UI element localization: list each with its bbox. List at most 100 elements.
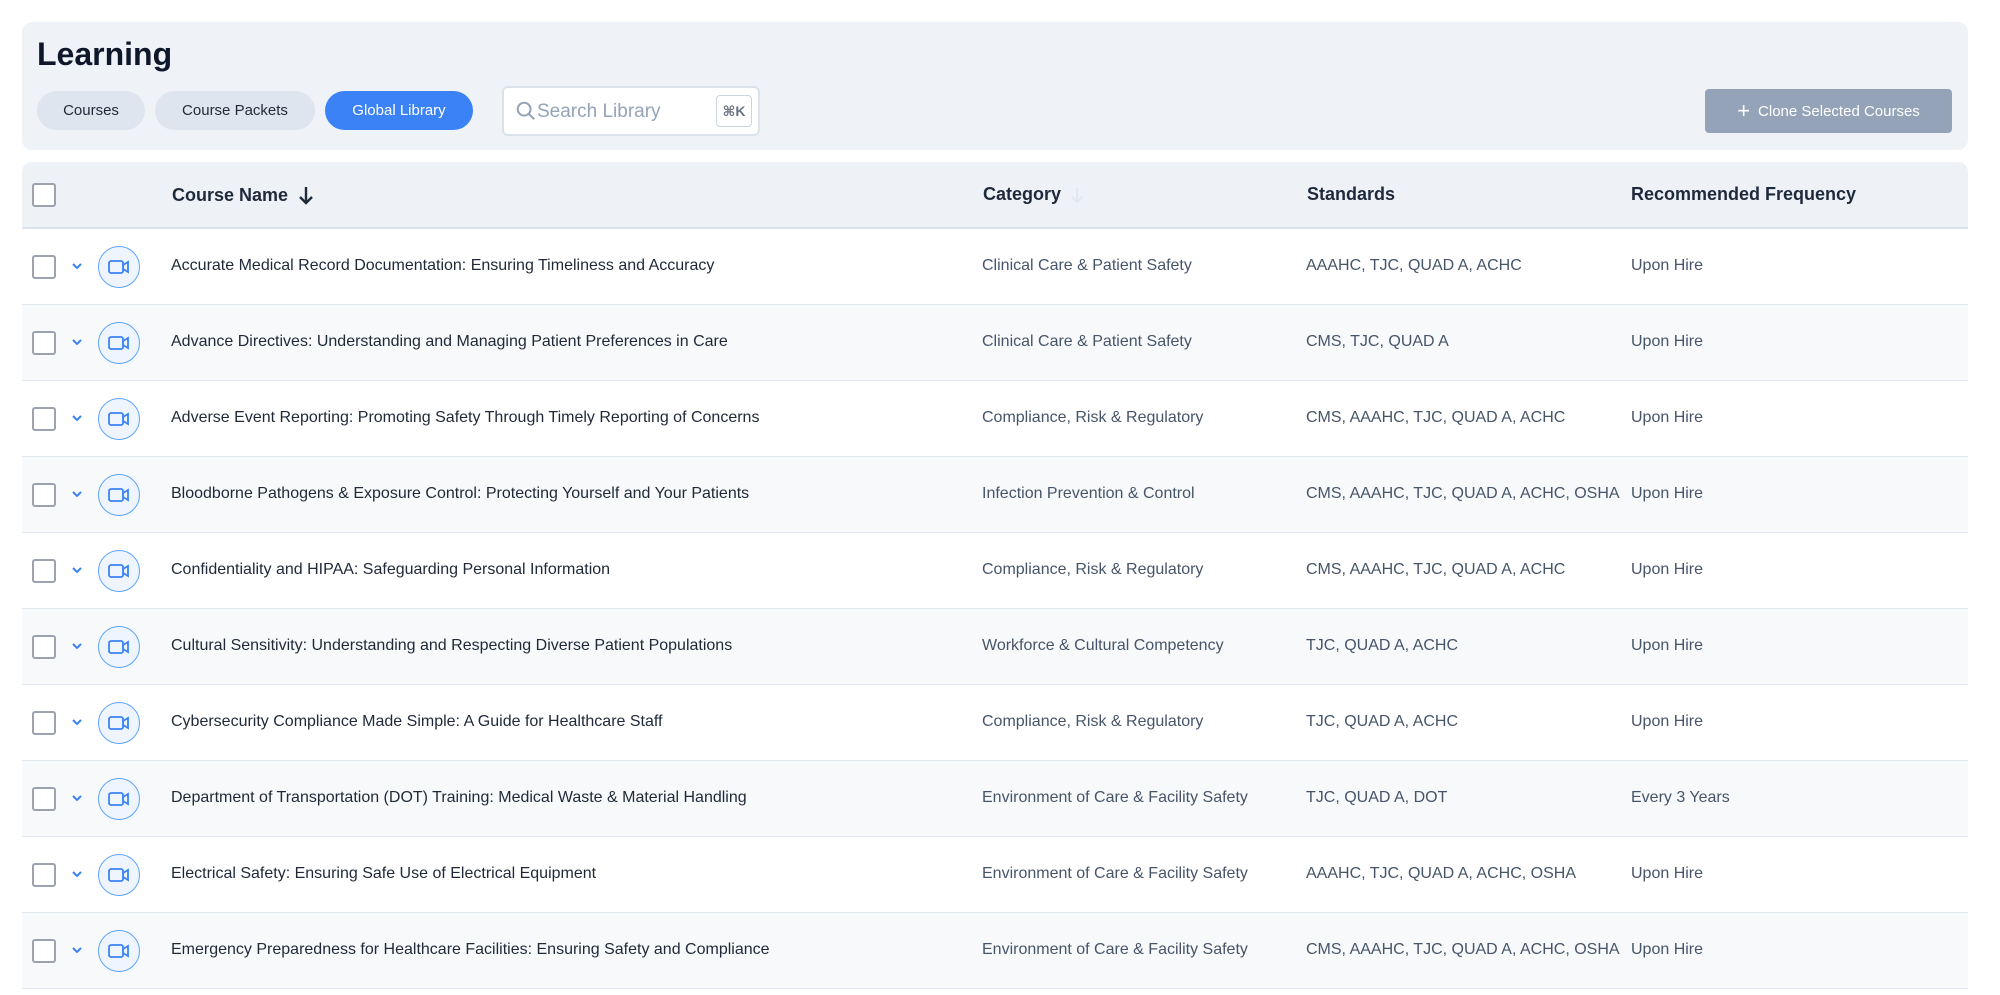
tab-global-library[interactable]: Global Library bbox=[325, 91, 473, 130]
video-course-button[interactable] bbox=[98, 322, 140, 364]
shortcut-hint: ⌘K bbox=[716, 95, 752, 127]
video-icon bbox=[108, 488, 129, 502]
category-cell: Compliance, Risk & Regulatory bbox=[982, 409, 1204, 426]
table-row[interactable]: Department of Transportation (DOT) Train… bbox=[22, 761, 1968, 837]
row-checkbox[interactable] bbox=[32, 787, 56, 811]
video-course-button[interactable] bbox=[98, 854, 140, 896]
standards-cell: CMS, AAAHC, TJC, QUAD A, ACHC, OSHA bbox=[1306, 941, 1620, 958]
table-row[interactable]: Bloodborne Pathogens & Exposure Control:… bbox=[22, 457, 1968, 533]
row-checkbox[interactable] bbox=[32, 255, 56, 279]
plus-icon: + bbox=[1737, 98, 1751, 123]
frequency-cell: Upon Hire bbox=[1631, 333, 1704, 350]
row-checkbox[interactable] bbox=[32, 711, 56, 735]
video-course-button[interactable] bbox=[98, 778, 140, 820]
column-header-course-name-label: Course Name bbox=[172, 184, 289, 205]
chevron-down-icon[interactable] bbox=[70, 487, 84, 501]
frequency-cell: Upon Hire bbox=[1631, 485, 1704, 502]
tab-course-packets[interactable]: Course Packets bbox=[155, 91, 315, 130]
search-placeholder: Search Library bbox=[537, 101, 661, 122]
course-name-cell: Electrical Safety: Ensuring Safe Use of … bbox=[171, 865, 597, 882]
category-cell: Compliance, Risk & Regulatory bbox=[982, 713, 1204, 730]
column-header-frequency[interactable]: Recommended Frequency bbox=[1631, 184, 1856, 205]
row-checkbox[interactable] bbox=[32, 863, 56, 887]
table-row[interactable]: Advance Directives: Understanding and Ma… bbox=[22, 305, 1968, 381]
video-course-button[interactable] bbox=[98, 398, 140, 440]
category-cell: Clinical Care & Patient Safety bbox=[982, 333, 1192, 350]
standards-cell: TJC, QUAD A, ACHC bbox=[1306, 713, 1459, 730]
video-icon bbox=[108, 564, 129, 578]
select-all-checkbox[interactable] bbox=[32, 183, 56, 207]
column-header-category[interactable]: Category bbox=[983, 184, 1085, 205]
chevron-down-icon[interactable] bbox=[70, 335, 84, 349]
standards-cell: CMS, AAAHC, TJC, QUAD A, ACHC bbox=[1306, 409, 1566, 426]
row-checkbox[interactable] bbox=[32, 635, 56, 659]
course-name-cell: Cultural Sensitivity: Understanding and … bbox=[171, 637, 733, 654]
video-icon bbox=[108, 412, 129, 426]
row-checkbox[interactable] bbox=[32, 407, 56, 431]
video-icon bbox=[108, 716, 129, 730]
column-header-standards[interactable]: Standards bbox=[1307, 184, 1395, 205]
category-cell: Environment of Care & Facility Safety bbox=[982, 865, 1248, 882]
chevron-down-icon[interactable] bbox=[70, 943, 84, 957]
header-panel: Learning Courses Course Packets Global L… bbox=[22, 22, 1968, 150]
video-course-button[interactable] bbox=[98, 702, 140, 744]
row-checkbox[interactable] bbox=[32, 483, 56, 507]
table-row[interactable]: Confidentiality and HIPAA: Safeguarding … bbox=[22, 533, 1968, 609]
frequency-cell: Upon Hire bbox=[1631, 257, 1704, 274]
video-icon bbox=[108, 868, 129, 882]
course-name-cell: Department of Transportation (DOT) Train… bbox=[171, 789, 747, 806]
course-name-cell: Cybersecurity Compliance Made Simple: A … bbox=[171, 713, 663, 730]
page-title: Learning bbox=[37, 36, 173, 72]
frequency-cell: Upon Hire bbox=[1631, 561, 1704, 578]
video-course-button[interactable] bbox=[98, 474, 140, 516]
frequency-cell: Upon Hire bbox=[1631, 713, 1704, 730]
search-icon bbox=[516, 101, 535, 120]
chevron-down-icon[interactable] bbox=[70, 791, 84, 805]
clone-button-label: Clone Selected Courses bbox=[1758, 102, 1920, 120]
table-row[interactable]: Electrical Safety: Ensuring Safe Use of … bbox=[22, 837, 1968, 913]
standards-cell: CMS, TJC, QUAD A bbox=[1306, 333, 1449, 350]
table-row[interactable]: Cultural Sensitivity: Understanding and … bbox=[22, 609, 1968, 685]
chevron-down-icon[interactable] bbox=[70, 639, 84, 653]
search-input[interactable]: Search Library ⌘K bbox=[502, 86, 760, 136]
column-header-course-name[interactable]: Course Name bbox=[172, 184, 316, 206]
chevron-down-icon[interactable] bbox=[70, 259, 84, 273]
course-name-cell: Advance Directives: Understanding and Ma… bbox=[171, 333, 728, 350]
video-icon bbox=[108, 792, 129, 806]
category-cell: Compliance, Risk & Regulatory bbox=[982, 561, 1204, 578]
frequency-cell: Upon Hire bbox=[1631, 865, 1704, 882]
video-icon bbox=[108, 336, 129, 350]
course-name-cell: Accurate Medical Record Documentation: E… bbox=[171, 257, 715, 274]
standards-cell: TJC, QUAD A, ACHC bbox=[1306, 637, 1459, 654]
chevron-down-icon[interactable] bbox=[70, 867, 84, 881]
video-course-button[interactable] bbox=[98, 930, 140, 972]
category-cell: Clinical Care & Patient Safety bbox=[982, 257, 1192, 274]
video-course-button[interactable] bbox=[98, 626, 140, 668]
standards-cell: TJC, QUAD A, DOT bbox=[1306, 789, 1448, 806]
chevron-down-icon[interactable] bbox=[70, 715, 84, 729]
column-header-category-label: Category bbox=[983, 184, 1062, 204]
row-checkbox[interactable] bbox=[32, 559, 56, 583]
standards-cell: CMS, AAAHC, TJC, QUAD A, ACHC, OSHA bbox=[1306, 485, 1620, 502]
table-row[interactable]: Accurate Medical Record Documentation: E… bbox=[22, 229, 1968, 305]
video-icon bbox=[108, 640, 129, 654]
course-name-cell: Adverse Event Reporting: Promoting Safet… bbox=[171, 409, 760, 426]
tab-courses[interactable]: Courses bbox=[37, 91, 145, 130]
chevron-down-icon[interactable] bbox=[70, 411, 84, 425]
category-cell: Infection Prevention & Control bbox=[982, 485, 1195, 502]
course-table: Course Name Category Standards Recommend… bbox=[22, 162, 1968, 995]
chevron-down-icon[interactable] bbox=[70, 563, 84, 577]
sort-arrow-down-icon bbox=[299, 187, 313, 205]
table-row[interactable]: Cybersecurity Compliance Made Simple: A … bbox=[22, 685, 1968, 761]
standards-cell: AAAHC, TJC, QUAD A, ACHC bbox=[1306, 257, 1522, 274]
video-course-button[interactable] bbox=[98, 246, 140, 288]
frequency-cell: Every 3 Years bbox=[1631, 789, 1730, 806]
row-checkbox[interactable] bbox=[32, 331, 56, 355]
category-cell: Environment of Care & Facility Safety bbox=[982, 789, 1248, 806]
table-row[interactable]: Emergency Preparedness for Healthcare Fa… bbox=[22, 913, 1968, 989]
table-row[interactable]: Adverse Event Reporting: Promoting Safet… bbox=[22, 381, 1968, 457]
video-course-button[interactable] bbox=[98, 550, 140, 592]
row-checkbox[interactable] bbox=[32, 939, 56, 963]
clone-selected-courses-button[interactable]: + Clone Selected Courses bbox=[1705, 89, 1952, 133]
frequency-cell: Upon Hire bbox=[1631, 409, 1704, 426]
